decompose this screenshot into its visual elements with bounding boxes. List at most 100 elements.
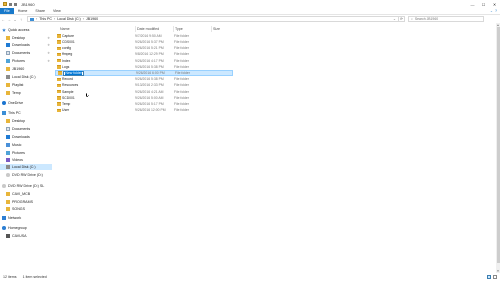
file-type: File folder bbox=[175, 71, 190, 76]
tab-view[interactable]: View bbox=[49, 8, 65, 14]
address-bar[interactable]: › This PC › Local Disk (C:) › JB1960 ⌄ bbox=[27, 16, 399, 22]
file-row[interactable]: Logs 9/26/2016 5:38 PM File folder bbox=[55, 64, 233, 70]
up-button[interactable]: ↑ bbox=[18, 16, 24, 22]
nav-item[interactable]: Network bbox=[0, 215, 52, 221]
address-dropdown-icon[interactable]: ⌄ bbox=[393, 17, 398, 21]
nav-item[interactable]: OneDrive bbox=[0, 100, 52, 106]
file-row[interactable]: Capture 9/7/2016 9:50 AM File folder bbox=[55, 33, 233, 39]
selection-count: 1 item selected bbox=[22, 275, 47, 279]
nav-item[interactable]: Local Disk (C:) bbox=[0, 74, 52, 80]
file-row[interactable]: Temp 9/26/2016 5:17 PM File folder bbox=[55, 101, 233, 107]
nav-item[interactable]: PROGRAMS bbox=[0, 199, 52, 205]
disk-icon bbox=[6, 75, 10, 79]
rename-input[interactable]: New folder bbox=[63, 70, 85, 76]
column-header-type[interactable]: Type bbox=[173, 26, 211, 32]
nav-item-label: Network bbox=[8, 216, 22, 220]
ribbon-right: ⌄ ? bbox=[490, 8, 500, 14]
search-box[interactable]: ⌕ Search JB1960 bbox=[408, 16, 484, 22]
folder-icon bbox=[57, 96, 61, 100]
file-row[interactable]: Index 9/26/2016 4:17 PM File folder bbox=[55, 58, 233, 64]
scrollbar-thumb[interactable] bbox=[496, 27, 500, 263]
folder-icon bbox=[57, 102, 61, 106]
folder-icon bbox=[58, 71, 62, 75]
nav-item[interactable]: This PC bbox=[0, 110, 52, 116]
homegroup-icon bbox=[2, 226, 6, 230]
nav-item-label: This PC bbox=[8, 111, 21, 115]
large-icons-view-icon[interactable] bbox=[493, 275, 497, 279]
nav-item[interactable]: Pictures ✢ bbox=[0, 58, 52, 64]
column-header-date[interactable]: Date modified bbox=[135, 26, 173, 32]
file-row[interactable]: Resources 9/13/2016 2:33 PM File folder bbox=[55, 83, 233, 89]
tab-home[interactable]: Home bbox=[14, 8, 32, 14]
file-row[interactable]: config 9/26/2016 5:21 PM File folder bbox=[55, 45, 233, 51]
folder-icon bbox=[6, 192, 10, 196]
nav-item[interactable]: Documents bbox=[0, 126, 52, 132]
tab-file[interactable]: File bbox=[0, 8, 14, 14]
nav-item[interactable]: Videos bbox=[0, 157, 52, 163]
music-icon bbox=[6, 143, 10, 147]
properties-icon[interactable] bbox=[9, 2, 12, 6]
nav-item[interactable]: Desktop bbox=[0, 118, 52, 124]
nav-item-label: Playlist bbox=[12, 83, 24, 87]
pin-icon: ✢ bbox=[47, 59, 50, 63]
nav-item[interactable]: Pictures bbox=[0, 150, 52, 156]
file-date: 9/26/2016 6:00 PM bbox=[136, 71, 165, 76]
file-row[interactable]: Record 9/26/2016 5:38 PM File folder bbox=[55, 76, 233, 82]
column-header-name[interactable]: Name bbox=[60, 26, 136, 32]
nav-item[interactable]: Playlist bbox=[0, 82, 52, 88]
breadcrumb-jb1960[interactable]: JB1960 bbox=[86, 17, 98, 21]
nav-item-label: Local Disk (C:) bbox=[12, 75, 36, 79]
nav-item[interactable]: Quick access bbox=[0, 27, 52, 33]
file-row[interactable]: Sample 9/26/2016 4:21 AM File folder bbox=[55, 89, 233, 95]
nav-item[interactable]: Documents ✢ bbox=[0, 50, 52, 56]
refresh-button[interactable]: ⟳ bbox=[399, 16, 405, 22]
file-row[interactable]: CDS001 9/26/2016 5:37 PM File folder bbox=[55, 39, 233, 45]
vertical-scrollbar[interactable]: ▲ ▼ bbox=[496, 23, 500, 273]
nav-item[interactable]: JB1960 bbox=[0, 66, 52, 72]
file-row[interactable]: ffmpeg 9/8/2016 12:29 PM File folder bbox=[55, 52, 233, 58]
breadcrumb-this-pc[interactable]: This PC bbox=[39, 17, 52, 21]
file-date: 9/7/2016 9:50 AM bbox=[135, 33, 162, 38]
nav-item-label: Pictures bbox=[12, 59, 25, 63]
folder-icon bbox=[3, 2, 7, 6]
nav-item[interactable]: CAVI_MCB bbox=[0, 191, 52, 197]
file-type: File folder bbox=[174, 95, 189, 100]
nav-item[interactable]: Desktop ✢ bbox=[0, 35, 52, 41]
file-date: 9/26/2016 5:37 PM bbox=[135, 40, 164, 45]
nav-item[interactable]: Local Disk (C:) bbox=[0, 164, 52, 170]
dvd-icon bbox=[6, 173, 10, 177]
tab-share[interactable]: Share bbox=[31, 8, 49, 14]
expand-ribbon-icon[interactable]: ⌄ bbox=[490, 9, 493, 13]
folder-icon bbox=[57, 58, 61, 63]
nav-item[interactable]: DVD RW Drive (D:) SL bbox=[0, 183, 52, 189]
nav-item-label: Pictures bbox=[12, 151, 25, 155]
column-header-size[interactable]: Size bbox=[211, 26, 233, 32]
nav-item[interactable]: CAVUSA bbox=[0, 233, 52, 239]
nav-item[interactable]: Downloads bbox=[0, 134, 52, 140]
file-name: Record bbox=[62, 77, 73, 82]
nav-item[interactable]: Music bbox=[0, 142, 52, 148]
file-row[interactable]: SCD001 9/26/2016 5:00 AM File folder bbox=[55, 95, 233, 101]
close-button[interactable]: ✕ bbox=[489, 0, 500, 8]
minimize-button[interactable]: — bbox=[467, 0, 478, 8]
maximize-button[interactable]: ☐ bbox=[478, 0, 489, 8]
nav-item[interactable]: Downloads ✢ bbox=[0, 42, 52, 48]
file-row[interactable]: User 9/26/2016 12:00 PM File folder bbox=[55, 107, 233, 113]
window-controls: — ☐ ✕ bbox=[467, 0, 500, 8]
file-name: config bbox=[62, 46, 72, 51]
details-view-icon[interactable] bbox=[487, 275, 491, 279]
document-icon bbox=[6, 127, 10, 131]
nav-item[interactable]: SONGS bbox=[0, 206, 52, 212]
breadcrumb-local-disk[interactable]: Local Disk (C:) bbox=[57, 17, 81, 21]
file-name: User bbox=[62, 108, 70, 113]
folder-icon bbox=[57, 34, 61, 38]
new-folder-icon[interactable] bbox=[14, 2, 17, 6]
file-row[interactable]: New folder 9/26/2016 6:00 PM File folder bbox=[55, 70, 233, 76]
help-icon[interactable]: ? bbox=[495, 9, 497, 13]
title-bar: JB1960 — ☐ ✕ bbox=[0, 0, 500, 8]
file-type: File folder bbox=[174, 58, 189, 63]
nav-item[interactable]: Homegroup bbox=[0, 225, 52, 231]
nav-item[interactable]: Temp bbox=[0, 90, 52, 96]
nav-item[interactable]: DVD RW Drive (D:) bbox=[0, 172, 52, 178]
file-name: Capture bbox=[62, 33, 75, 38]
